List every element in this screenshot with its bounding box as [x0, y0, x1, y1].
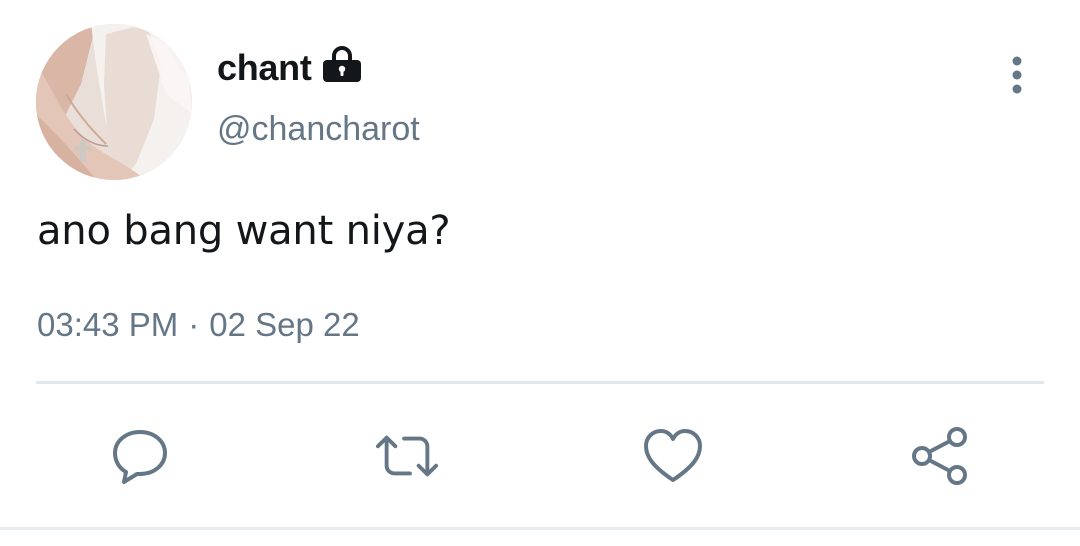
display-name[interactable]: chant [217, 47, 312, 89]
bottom-border [0, 527, 1080, 530]
like-button[interactable] [641, 424, 705, 488]
user-handle[interactable]: @chancharot [217, 110, 420, 149]
reply-button[interactable] [108, 424, 172, 488]
retweet-icon [375, 435, 439, 477]
tweet-date: 02 Sep 22 [209, 306, 360, 343]
share-button[interactable] [908, 424, 972, 488]
lock-icon [321, 43, 363, 85]
tweet-time: 03:43 PM [37, 306, 179, 343]
share-icon [912, 427, 967, 485]
tweet-text: ano bang want niya? [37, 208, 451, 254]
avatar[interactable] [36, 24, 192, 180]
heart-icon [644, 429, 702, 482]
divider [36, 381, 1044, 384]
reply-icon [113, 430, 167, 484]
meta-separator: · [188, 306, 200, 343]
retweet-button[interactable] [375, 424, 439, 488]
more-vertical-icon[interactable] [1000, 52, 1034, 98]
name-row: chant [217, 44, 363, 92]
tweet-card: chant @chancharot ano bang want niya? 03… [0, 0, 1080, 546]
timestamp: 03:43 PM · 02 Sep 22 [37, 306, 360, 344]
